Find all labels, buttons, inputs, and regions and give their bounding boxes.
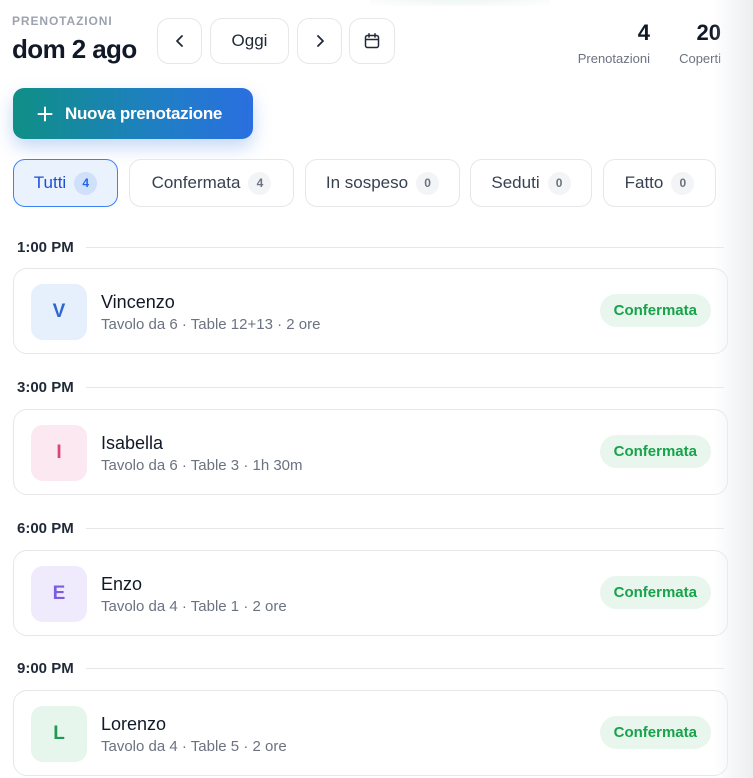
time-slot-header: 9:00 PM — [17, 658, 724, 678]
covers-count: 20 — [696, 20, 721, 45]
today-button[interactable]: Oggi — [210, 18, 289, 64]
covers-stat: 20 Coperti — [679, 20, 721, 66]
next-day-button[interactable] — [297, 18, 342, 64]
chevron-right-icon — [316, 35, 324, 47]
new-booking-button[interactable]: Nuova prenotazione — [13, 88, 253, 139]
divider — [85, 246, 724, 248]
booking-details: Tavolo da 6 · Table 3 · 1h 30m — [101, 457, 303, 474]
divider — [85, 527, 724, 529]
status-badge: Confermata — [599, 294, 711, 327]
booking-card[interactable]: L Lorenzo Tavolo da 4 · Table 5 · 2 ore … — [13, 690, 728, 776]
filter-label: In sospeso — [325, 173, 409, 192]
divider — [85, 386, 724, 388]
bookings-count: 4 — [637, 20, 650, 45]
filter-done[interactable]: Fatto 0 — [603, 159, 716, 207]
filter-count: 0 — [416, 171, 440, 195]
time-slot-label: 6:00 PM — [17, 519, 74, 537]
booking-details: Tavolo da 4 · Table 1 · 2 ore — [101, 598, 287, 615]
time-slot-label: 1:00 PM — [17, 238, 74, 256]
previous-day-button[interactable] — [157, 18, 202, 64]
filter-pending[interactable]: In sospeso 0 — [305, 159, 460, 207]
guest-avatar: V — [31, 284, 87, 340]
top-glow — [370, 0, 550, 6]
time-slot-header: 6:00 PM — [17, 518, 724, 538]
filter-all[interactable]: Tutti 4 — [13, 159, 118, 207]
filter-count: 0 — [671, 171, 695, 195]
booking-card[interactable]: I Isabella Tavolo da 6 · Table 3 · 1h 30… — [13, 409, 728, 495]
booking-card[interactable]: E Enzo Tavolo da 4 · Table 1 · 2 ore Con… — [13, 550, 728, 636]
status-badge: Confermata — [599, 576, 711, 609]
bookings-stat: 4 Prenotazioni — [578, 20, 650, 66]
time-slot-header: 3:00 PM — [17, 377, 724, 397]
filter-confirmed[interactable]: Confermata 4 — [129, 159, 294, 207]
guest-avatar: L — [31, 706, 87, 762]
guest-name: Isabella — [101, 433, 164, 453]
status-badge: Confermata — [599, 435, 711, 468]
guest-avatar: E — [31, 566, 87, 622]
booking-details: Tavolo da 4 · Table 5 · 2 ore — [101, 738, 287, 755]
filter-label: Fatto — [624, 173, 664, 192]
filter-label: Confermata — [151, 173, 241, 192]
divider — [85, 667, 724, 669]
chevron-left-icon — [175, 35, 183, 47]
new-booking-label: Nuova prenotazione — [65, 103, 223, 123]
guest-avatar: I — [31, 425, 87, 481]
bookings-label: Prenotazioni — [577, 51, 650, 66]
guest-name: Vincenzo — [101, 292, 175, 312]
status-badge: Confermata — [599, 716, 711, 749]
filter-count: 0 — [547, 171, 571, 195]
filter-seated[interactable]: Seduti 0 — [470, 159, 592, 207]
time-slot-label: 3:00 PM — [17, 378, 74, 396]
time-slot-header: 1:00 PM — [17, 237, 724, 257]
page-title: dom 2 ago — [12, 34, 137, 64]
covers-label: Coperti — [679, 51, 721, 66]
page-eyebrow: PRENOTAZIONI — [12, 14, 113, 28]
plus-icon — [37, 106, 53, 121]
filter-count: 4 — [74, 171, 98, 195]
calendar-button[interactable] — [349, 18, 395, 64]
time-slot-label: 9:00 PM — [17, 659, 74, 677]
calendar-icon — [364, 33, 380, 49]
guest-name: Lorenzo — [101, 714, 167, 734]
page-header: PRENOTAZIONI dom 2 ago Oggi 4 Prenotazio… — [12, 12, 724, 72]
filter-label: Seduti — [491, 173, 540, 192]
booking-details: Tavolo da 6 · Table 12+13 · 2 ore — [101, 316, 321, 333]
guest-name: Enzo — [101, 574, 143, 594]
booking-card[interactable]: V Vincenzo Tavolo da 6 · Table 12+13 · 2… — [13, 268, 728, 354]
filter-label: Tutti — [33, 173, 67, 192]
filter-count: 4 — [248, 171, 272, 195]
